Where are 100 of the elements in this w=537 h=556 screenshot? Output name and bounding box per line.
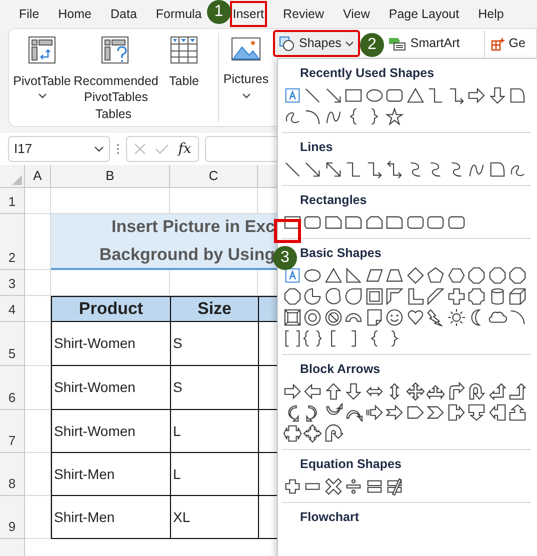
bent-up-arrow-icon[interactable] <box>508 382 528 400</box>
hexagon-icon[interactable] <box>446 266 466 284</box>
freeform-shape-icon[interactable] <box>488 160 507 178</box>
left-up-arrow-icon[interactable] <box>488 382 507 400</box>
striped-arrow-icon[interactable] <box>364 402 384 422</box>
function-button[interactable]: fx <box>178 138 192 160</box>
ribbon-tab[interactable]: Formula <box>152 0 205 28</box>
teardrop-icon[interactable] <box>344 286 364 306</box>
double-bracket-icon[interactable] <box>282 328 302 348</box>
smiley-icon[interactable] <box>385 308 404 326</box>
triangle-icon[interactable] <box>324 266 343 284</box>
four-way-arrow-icon[interactable] <box>406 382 425 400</box>
drag-handle-icon[interactable] <box>116 143 120 155</box>
arrow-callout-icon[interactable] <box>467 402 486 422</box>
sheet-cell[interactable] <box>25 188 51 214</box>
column-header[interactable]: A <box>25 165 51 188</box>
bent-arrow-icon[interactable] <box>446 382 466 400</box>
line-icon[interactable] <box>303 86 322 104</box>
l-shape-icon[interactable] <box>406 286 425 306</box>
ribbon-tab[interactable]: Review <box>280 0 328 28</box>
not-equal-sign-icon[interactable] <box>385 476 404 496</box>
plaque-icon[interactable] <box>467 286 486 306</box>
arrow-callout-icon[interactable] <box>508 402 528 422</box>
ribbon-button[interactable]: Table <box>161 36 207 105</box>
frame-icon[interactable] <box>364 286 384 306</box>
diamond-icon[interactable] <box>406 266 425 284</box>
down-arrow-icon[interactable] <box>488 86 507 104</box>
octagon-icon[interactable] <box>488 266 507 284</box>
lightning-bolt-icon[interactable] <box>426 308 446 326</box>
ribbon-tab[interactable]: Page Layout <box>386 0 462 28</box>
ribbon-button[interactable]: Recommended PivotTables <box>73 36 159 105</box>
bevel-icon[interactable] <box>282 308 302 326</box>
sun-icon[interactable] <box>446 308 466 326</box>
up-arrow-icon[interactable] <box>324 382 343 400</box>
right-arrow-icon[interactable] <box>467 86 486 104</box>
plus-sign-icon[interactable] <box>282 476 302 496</box>
u-turn-arrow-icon[interactable] <box>467 382 486 400</box>
row-header[interactable]: 3 <box>0 270 25 296</box>
heart-icon[interactable] <box>406 308 425 326</box>
row-header[interactable]: 9 <box>0 496 25 539</box>
chord-icon[interactable] <box>324 286 343 306</box>
arrow-callout-icon[interactable] <box>303 424 322 442</box>
column-header[interactable]: B <box>51 165 170 188</box>
text-box-icon[interactable] <box>282 266 302 284</box>
octagon-icon[interactable] <box>467 266 486 284</box>
smartart-button[interactable]: SmartArt <box>388 30 460 57</box>
arrow-icon[interactable] <box>324 86 343 104</box>
row-header[interactable]: 5 <box>0 322 25 366</box>
section-heading: Recently Used Shapes <box>300 66 434 80</box>
multiply-sign-icon[interactable] <box>324 476 343 496</box>
row-header[interactable]: 8 <box>0 453 25 496</box>
elbow-arrow-icon[interactable] <box>385 160 404 178</box>
ribbon-tab[interactable]: Home <box>55 0 94 28</box>
left-arrow-icon[interactable] <box>303 382 322 400</box>
ribbon-tab[interactable]: Data <box>108 0 140 28</box>
division-sign-icon[interactable] <box>344 476 364 496</box>
row-header[interactable]: 7 <box>0 410 25 453</box>
octagon-icon[interactable] <box>282 286 302 306</box>
arrow-icon[interactable] <box>303 160 322 178</box>
folded-corner-icon[interactable] <box>364 308 384 326</box>
double-arrow-icon[interactable] <box>324 160 343 178</box>
ribbon-tab[interactable]: File <box>16 0 42 28</box>
row-header[interactable]: 2 <box>0 214 25 270</box>
ribbon-tab[interactable]: View <box>340 0 373 28</box>
donut-icon[interactable] <box>303 308 322 326</box>
ribbon-button[interactable]: PivotTable <box>13 36 71 105</box>
cube-icon[interactable] <box>508 286 528 306</box>
star-icon[interactable] <box>385 106 404 126</box>
pie-icon[interactable] <box>303 286 322 306</box>
arrow-callout-icon[interactable] <box>488 402 507 422</box>
ribbon-button[interactable]: Pictures <box>219 29 273 126</box>
circular-arrow-icon[interactable] <box>324 424 343 442</box>
pentagon-icon[interactable] <box>426 266 446 284</box>
shapes-button[interactable]: Shapes <box>273 30 360 57</box>
half-frame-icon[interactable] <box>385 286 404 306</box>
text-box-icon[interactable] <box>282 86 302 104</box>
row-header[interactable]: 4 <box>0 296 25 322</box>
name-box[interactable]: I17 <box>8 136 110 162</box>
no-symbol-icon[interactable] <box>324 308 343 326</box>
down-arrow-icon[interactable] <box>344 382 364 400</box>
notched-arrow-icon[interactable] <box>385 402 404 422</box>
column-header[interactable]: C <box>170 165 258 188</box>
double-brace-icon[interactable] <box>303 328 322 348</box>
plus-icon[interactable] <box>446 286 466 306</box>
right-triangle-icon[interactable] <box>344 266 364 284</box>
diagonal-stripe-icon[interactable] <box>426 286 446 306</box>
arc-icon[interactable] <box>508 308 528 326</box>
ribbon-tab[interactable]: Help <box>475 0 507 28</box>
triangle-icon[interactable] <box>406 86 425 104</box>
row-header[interactable]: 1 <box>0 188 25 214</box>
row-header[interactable]: 6 <box>0 366 25 410</box>
sheet-cell[interactable] <box>25 270 51 296</box>
line-icon[interactable] <box>282 160 302 178</box>
arrow-callout-icon[interactable] <box>282 424 302 442</box>
check-icon[interactable] <box>154 143 169 155</box>
octagon-icon[interactable] <box>508 266 528 284</box>
add-ins-label[interactable]: Ge <box>508 34 526 53</box>
right-arrow-icon[interactable] <box>282 382 302 400</box>
freeform-shape-icon[interactable] <box>508 86 528 104</box>
arrow-callout-icon[interactable] <box>446 402 466 422</box>
